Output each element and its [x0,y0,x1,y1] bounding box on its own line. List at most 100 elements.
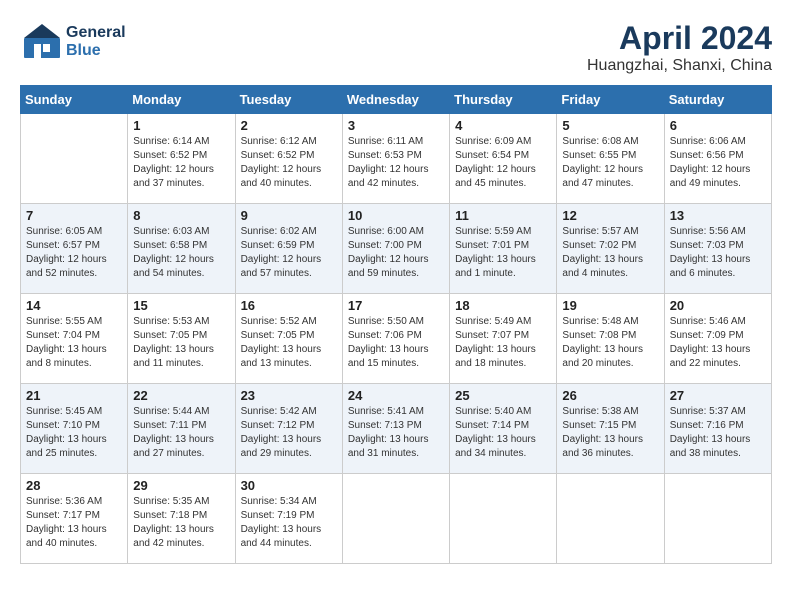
cell-info: Sunrise: 5:50 AM Sunset: 7:06 PM Dayligh… [348,315,444,371]
calendar-cell: 11 Sunrise: 5:59 AM Sunset: 7:01 PM Dayl… [450,204,557,294]
cell-info: Sunrise: 5:53 AM Sunset: 7:05 PM Dayligh… [133,315,229,371]
week-row-5: 28 Sunrise: 5:36 AM Sunset: 7:17 PM Dayl… [21,474,772,564]
day-number: 30 [241,478,337,493]
sunset-text: Sunset: 6:58 PM [133,239,229,253]
calendar-cell: 19 Sunrise: 5:48 AM Sunset: 7:08 PM Dayl… [557,294,664,384]
sunrise-text: Sunrise: 5:53 AM [133,315,229,329]
sunrise-text: Sunrise: 6:00 AM [348,225,444,239]
daylight-text: Daylight: 13 hours and 13 minutes. [241,343,337,371]
sunrise-text: Sunrise: 5:59 AM [455,225,551,239]
calendar-cell: 22 Sunrise: 5:44 AM Sunset: 7:11 PM Dayl… [128,384,235,474]
cell-info: Sunrise: 5:56 AM Sunset: 7:03 PM Dayligh… [670,225,766,281]
daylight-text: Daylight: 12 hours and 57 minutes. [241,253,337,281]
calendar-cell: 28 Sunrise: 5:36 AM Sunset: 7:17 PM Dayl… [21,474,128,564]
sunset-text: Sunset: 7:05 PM [133,329,229,343]
daylight-text: Daylight: 13 hours and 31 minutes. [348,433,444,461]
daylight-text: Daylight: 13 hours and 44 minutes. [241,523,337,551]
cell-info: Sunrise: 5:42 AM Sunset: 7:12 PM Dayligh… [241,405,337,461]
daylight-text: Daylight: 13 hours and 6 minutes. [670,253,766,281]
sunrise-text: Sunrise: 5:45 AM [26,405,122,419]
cell-info: Sunrise: 6:14 AM Sunset: 6:52 PM Dayligh… [133,135,229,191]
header-day-thursday: Thursday [450,86,557,114]
sunset-text: Sunset: 7:00 PM [348,239,444,253]
sunset-text: Sunset: 6:59 PM [241,239,337,253]
logo-svg [20,20,64,64]
day-number: 13 [670,208,766,223]
daylight-text: Daylight: 13 hours and 15 minutes. [348,343,444,371]
calendar-cell [664,474,771,564]
calendar-cell: 23 Sunrise: 5:42 AM Sunset: 7:12 PM Dayl… [235,384,342,474]
sunrise-text: Sunrise: 5:46 AM [670,315,766,329]
cell-info: Sunrise: 5:34 AM Sunset: 7:19 PM Dayligh… [241,495,337,551]
sunrise-text: Sunrise: 6:08 AM [562,135,658,149]
sunset-text: Sunset: 6:53 PM [348,149,444,163]
sunset-text: Sunset: 7:14 PM [455,419,551,433]
calendar-table: SundayMondayTuesdayWednesdayThursdayFrid… [20,85,772,564]
daylight-text: Daylight: 13 hours and 40 minutes. [26,523,122,551]
day-number: 5 [562,118,658,133]
title-block: April 2024 Huangzhai, Shanxi, China [587,20,772,75]
daylight-text: Daylight: 13 hours and 4 minutes. [562,253,658,281]
cell-info: Sunrise: 6:12 AM Sunset: 6:52 PM Dayligh… [241,135,337,191]
sunrise-text: Sunrise: 5:38 AM [562,405,658,419]
sunrise-text: Sunrise: 5:40 AM [455,405,551,419]
day-number: 1 [133,118,229,133]
sunrise-text: Sunrise: 5:37 AM [670,405,766,419]
sunset-text: Sunset: 7:10 PM [26,419,122,433]
calendar-cell: 12 Sunrise: 5:57 AM Sunset: 7:02 PM Dayl… [557,204,664,294]
sunrise-text: Sunrise: 5:57 AM [562,225,658,239]
day-number: 17 [348,298,444,313]
location: Huangzhai, Shanxi, China [587,57,772,75]
day-number: 8 [133,208,229,223]
daylight-text: Daylight: 13 hours and 11 minutes. [133,343,229,371]
cell-info: Sunrise: 6:05 AM Sunset: 6:57 PM Dayligh… [26,225,122,281]
calendar-cell: 26 Sunrise: 5:38 AM Sunset: 7:15 PM Dayl… [557,384,664,474]
calendar-cell: 4 Sunrise: 6:09 AM Sunset: 6:54 PM Dayli… [450,114,557,204]
sunrise-text: Sunrise: 5:42 AM [241,405,337,419]
calendar-cell [557,474,664,564]
cell-info: Sunrise: 5:40 AM Sunset: 7:14 PM Dayligh… [455,405,551,461]
month-title: April 2024 [587,20,772,57]
sunrise-text: Sunrise: 5:56 AM [670,225,766,239]
sunrise-text: Sunrise: 5:41 AM [348,405,444,419]
calendar-cell [450,474,557,564]
calendar-cell: 21 Sunrise: 5:45 AM Sunset: 7:10 PM Dayl… [21,384,128,474]
sunset-text: Sunset: 7:17 PM [26,509,122,523]
daylight-text: Daylight: 13 hours and 8 minutes. [26,343,122,371]
day-number: 4 [455,118,551,133]
sunset-text: Sunset: 7:04 PM [26,329,122,343]
daylight-text: Daylight: 13 hours and 20 minutes. [562,343,658,371]
cell-info: Sunrise: 6:06 AM Sunset: 6:56 PM Dayligh… [670,135,766,191]
calendar-cell: 29 Sunrise: 5:35 AM Sunset: 7:18 PM Dayl… [128,474,235,564]
sunset-text: Sunset: 6:52 PM [133,149,229,163]
sunset-text: Sunset: 7:12 PM [241,419,337,433]
sunset-text: Sunset: 7:05 PM [241,329,337,343]
sunset-text: Sunset: 7:11 PM [133,419,229,433]
calendar-cell: 6 Sunrise: 6:06 AM Sunset: 6:56 PM Dayli… [664,114,771,204]
calendar-cell: 20 Sunrise: 5:46 AM Sunset: 7:09 PM Dayl… [664,294,771,384]
sunrise-text: Sunrise: 6:05 AM [26,225,122,239]
daylight-text: Daylight: 13 hours and 1 minute. [455,253,551,281]
cell-info: Sunrise: 6:02 AM Sunset: 6:59 PM Dayligh… [241,225,337,281]
header-day-saturday: Saturday [664,86,771,114]
cell-info: Sunrise: 5:35 AM Sunset: 7:18 PM Dayligh… [133,495,229,551]
calendar-cell: 18 Sunrise: 5:49 AM Sunset: 7:07 PM Dayl… [450,294,557,384]
calendar-cell: 27 Sunrise: 5:37 AM Sunset: 7:16 PM Dayl… [664,384,771,474]
sunrise-text: Sunrise: 5:50 AM [348,315,444,329]
calendar-cell [342,474,449,564]
sunrise-text: Sunrise: 6:12 AM [241,135,337,149]
week-row-4: 21 Sunrise: 5:45 AM Sunset: 7:10 PM Dayl… [21,384,772,474]
daylight-text: Daylight: 12 hours and 54 minutes. [133,253,229,281]
day-number: 6 [670,118,766,133]
cell-info: Sunrise: 5:37 AM Sunset: 7:16 PM Dayligh… [670,405,766,461]
header-day-friday: Friday [557,86,664,114]
logo: General Blue [20,20,126,64]
sunrise-text: Sunrise: 5:36 AM [26,495,122,509]
cell-info: Sunrise: 5:57 AM Sunset: 7:02 PM Dayligh… [562,225,658,281]
cell-info: Sunrise: 5:36 AM Sunset: 7:17 PM Dayligh… [26,495,122,551]
sunset-text: Sunset: 7:19 PM [241,509,337,523]
daylight-text: Daylight: 13 hours and 22 minutes. [670,343,766,371]
cell-info: Sunrise: 5:41 AM Sunset: 7:13 PM Dayligh… [348,405,444,461]
daylight-text: Daylight: 13 hours and 18 minutes. [455,343,551,371]
day-number: 3 [348,118,444,133]
